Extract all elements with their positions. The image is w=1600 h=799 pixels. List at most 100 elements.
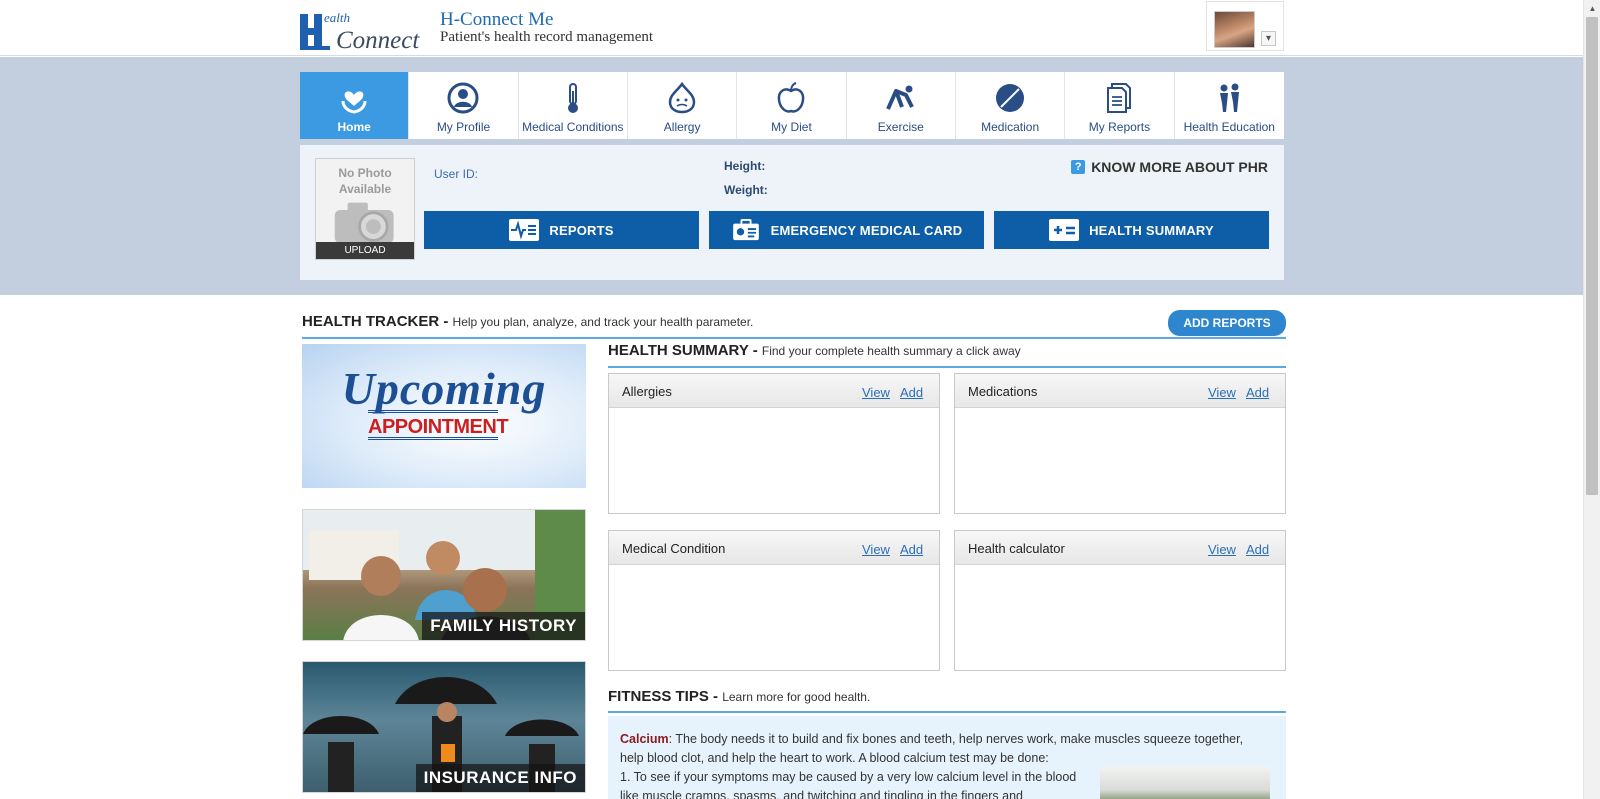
chevron-down-icon[interactable]: ▾ <box>1261 31 1276 46</box>
health-summary-button-label: HEALTH SUMMARY <box>1089 222 1214 238</box>
view-medical-condition-link[interactable]: View <box>862 542 890 557</box>
health-tracker-desc: Help you plan, analyze, and track your h… <box>452 315 754 329</box>
weight-label: Weight: <box>724 183 768 197</box>
nav-label: Home <box>337 120 371 134</box>
health-tracker-title: HEALTH TRACKER - <box>302 313 449 330</box>
nav-item-my-diet[interactable]: My Diet <box>737 72 847 139</box>
add-medical-condition-link[interactable]: Add <box>900 542 923 557</box>
scroll-thumb[interactable] <box>1586 17 1598 495</box>
know-more-link[interactable]: ? KNOW MORE ABOUT PHR <box>1071 159 1268 175</box>
health-summary-desc: Find your complete health summary a clic… <box>761 344 1021 358</box>
upcoming-script-text: Upcoming <box>341 363 547 414</box>
medical-condition-card: Medical Condition View Add <box>608 530 940 671</box>
camera-icon <box>334 202 394 244</box>
allergy-face-icon <box>668 81 696 114</box>
view-health-calculator-link[interactable]: View <box>1208 542 1236 557</box>
document-icon <box>1107 83 1132 113</box>
thermometer-icon <box>567 83 578 113</box>
user-id-label: User ID: <box>434 167 479 181</box>
fitness-tip-point: 1. To see if your symptoms may be caused… <box>620 770 1077 799</box>
health-summary-button[interactable]: HEALTH SUMMARY <box>994 211 1269 249</box>
card-title: Health calculator <box>968 541 1065 556</box>
health-tracker-heading: HEALTH TRACKER - Help you plan, analyze,… <box>302 313 753 330</box>
app-subtitle: Patient's health record management <box>440 29 654 45</box>
know-more-label: KNOW MORE ABOUT PHR <box>1091 159 1268 175</box>
profile-panel: No Photo Available UPLOAD User ID: Heigh… <box>300 145 1284 280</box>
fitness-tips-heading: FITNESS TIPS - Learn more for good healt… <box>608 688 870 705</box>
profile-photo[interactable]: No Photo Available UPLOAD <box>315 158 415 260</box>
nav-item-home[interactable]: Home <box>300 72 410 139</box>
help-icon: ? <box>1071 160 1086 174</box>
people-icon <box>1220 83 1240 112</box>
divider <box>608 711 1286 713</box>
nav-item-health-education[interactable]: Health Education <box>1175 72 1284 139</box>
card-title: Allergies <box>622 384 672 399</box>
nav-item-allergy[interactable]: Allergy <box>628 72 738 139</box>
user-menu[interactable]: ▾ <box>1206 1 1284 51</box>
health-connect-logo[interactable]: ealth Connect <box>300 6 422 52</box>
avatar[interactable] <box>1214 11 1255 48</box>
fitness-tip-body: : The body needs it to build and fix bon… <box>620 732 1244 765</box>
nav-label: My Diet <box>771 120 812 134</box>
insurance-info-banner[interactable]: INSURANCE INFO <box>302 661 586 793</box>
emergency-card-button-label: EMERGENCY MEDICAL CARD <box>770 222 963 238</box>
fitness-tips-desc: Learn more for good health. <box>722 690 871 704</box>
card-title: Medical Condition <box>622 541 726 556</box>
scroll-up-icon[interactable]: ▲ <box>1584 0 1600 17</box>
main-nav: Home My Profile Medical Conditions Aller… <box>300 72 1284 142</box>
card-header: Medications View Add <box>955 374 1285 408</box>
card-title: Medications <box>968 384 1038 399</box>
add-medications-link[interactable]: Add <box>1246 385 1269 400</box>
divider <box>608 366 1286 368</box>
nav-item-medication[interactable]: Medication <box>956 72 1066 139</box>
plus-minus-icon <box>1049 219 1080 241</box>
nav-label: My Profile <box>436 120 491 134</box>
medications-card: Medications View Add <box>954 373 1286 514</box>
reports-button[interactable]: REPORTS <box>424 211 699 249</box>
family-history-banner[interactable]: FAMILY HISTORY <box>302 509 586 641</box>
exercise-icon <box>885 85 914 110</box>
health-summary-title: HEALTH SUMMARY - <box>608 342 758 359</box>
allergies-card: Allergies View Add <box>608 373 940 514</box>
nav-item-medical-conditions[interactable]: Medical Conditions <box>519 72 628 139</box>
view-medications-link[interactable]: View <box>1208 385 1236 400</box>
nav-item-exercise[interactable]: Exercise <box>847 72 956 139</box>
card-header: Medical Condition View Add <box>609 531 939 565</box>
user-circle-icon <box>447 82 479 114</box>
card-header: Health calculator View Add <box>955 531 1285 565</box>
nav-label: Health Education <box>1183 120 1275 134</box>
fitness-tip-panel: Calcium: The body needs it to build and … <box>608 716 1286 799</box>
nav-label: My Reports <box>1088 120 1151 134</box>
nav-label: Medical Conditions <box>522 120 624 134</box>
add-reports-button[interactable]: ADD REPORTS <box>1168 310 1286 336</box>
page-scrollbar[interactable]: ▲ <box>1583 0 1600 799</box>
health-calculator-card: Health calculator View Add <box>954 530 1286 671</box>
photo-placeholder-text: No Photo Available <box>338 166 392 196</box>
card-header: Allergies View Add <box>609 374 939 408</box>
top-header: ealth Connect H-Connect Me Patient's hea… <box>0 0 1583 56</box>
emergency-card-button[interactable]: EMERGENCY MEDICAL CARD <box>709 211 984 249</box>
pulse-report-icon <box>509 219 540 241</box>
height-label: Height: <box>724 159 766 173</box>
heart-hands-icon <box>341 91 367 114</box>
reports-button-label: REPORTS <box>549 222 614 238</box>
insurance-info-label: INSURANCE INFO <box>415 764 585 792</box>
add-allergies-link[interactable]: Add <box>900 385 923 400</box>
add-health-calculator-link[interactable]: Add <box>1246 542 1269 557</box>
divider <box>302 337 1286 339</box>
upload-button[interactable]: UPLOAD <box>316 242 414 259</box>
svg-text:ealth: ealth <box>324 10 350 25</box>
fitness-tips-title: FITNESS TIPS - <box>608 688 719 705</box>
nav-item-my-profile[interactable]: My Profile <box>409 72 519 139</box>
app-title: H-Connect Me <box>440 9 554 30</box>
family-history-label: FAMILY HISTORY <box>422 612 585 640</box>
health-summary-heading: HEALTH SUMMARY - Find your complete heal… <box>608 342 1021 359</box>
page: ealth Connect H-Connect Me Patient's hea… <box>0 0 1600 799</box>
nav-item-my-reports[interactable]: My Reports <box>1065 72 1175 139</box>
id-card-icon <box>732 219 759 241</box>
svg-text:Connect: Connect <box>336 27 420 52</box>
apple-icon <box>778 82 805 113</box>
fitness-tip-keyword: Calcium <box>620 732 669 746</box>
upcoming-appointment-banner[interactable]: Upcoming APPOINTMENT <box>302 344 586 488</box>
view-allergies-link[interactable]: View <box>862 385 890 400</box>
